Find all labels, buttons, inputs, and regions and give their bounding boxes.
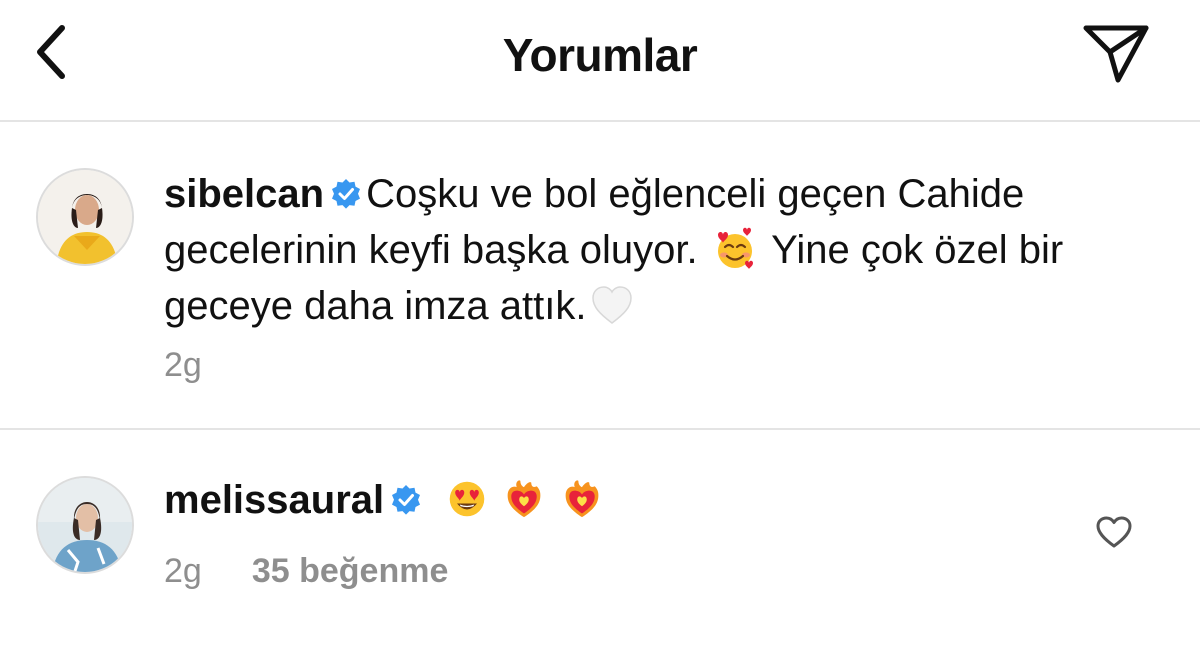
smiling-face-with-hearts-icon [717, 227, 753, 269]
heart-eyes-icon [449, 481, 485, 517]
comment-meta: 2g 35 beğenme [164, 552, 448, 591]
share-button[interactable] [1076, 18, 1156, 88]
post-caption: sibelcan Coşku ve bol eğlenceli geçen Ca… [0, 124, 1200, 430]
comment-item: melissaural 2g 35 beğenme [0, 432, 1200, 662]
heart-on-fire-icon [508, 480, 541, 518]
username-link[interactable]: melissaural [164, 478, 384, 522]
white-heart-icon [592, 286, 633, 324]
like-count[interactable]: 35 beğenme [252, 552, 449, 590]
profile-photo-icon [38, 478, 132, 572]
timestamp: 2g [164, 552, 202, 590]
verified-badge-icon [332, 179, 361, 209]
like-button[interactable] [1094, 512, 1134, 552]
paper-plane-icon [1083, 25, 1149, 83]
caption-meta: 2g [164, 346, 202, 385]
heart-outline-icon [1096, 516, 1132, 548]
avatar[interactable] [36, 476, 134, 574]
comments-screen: Yorumlar sibelcan Coşku ve bol eğlenceli… [0, 0, 1200, 662]
page-title: Yorumlar [502, 29, 698, 81]
username-link[interactable]: sibelcan [164, 172, 324, 216]
profile-photo-icon [38, 170, 132, 264]
heart-on-fire-icon [565, 480, 598, 518]
header-bar: Yorumlar [0, 0, 1200, 122]
comment-text: melissaural [164, 472, 1154, 528]
avatar[interactable] [36, 168, 134, 266]
timestamp: 2g [164, 346, 202, 384]
verified-badge-icon [392, 485, 421, 515]
caption-text: sibelcan Coşku ve bol eğlenceli geçen Ca… [164, 166, 1154, 334]
